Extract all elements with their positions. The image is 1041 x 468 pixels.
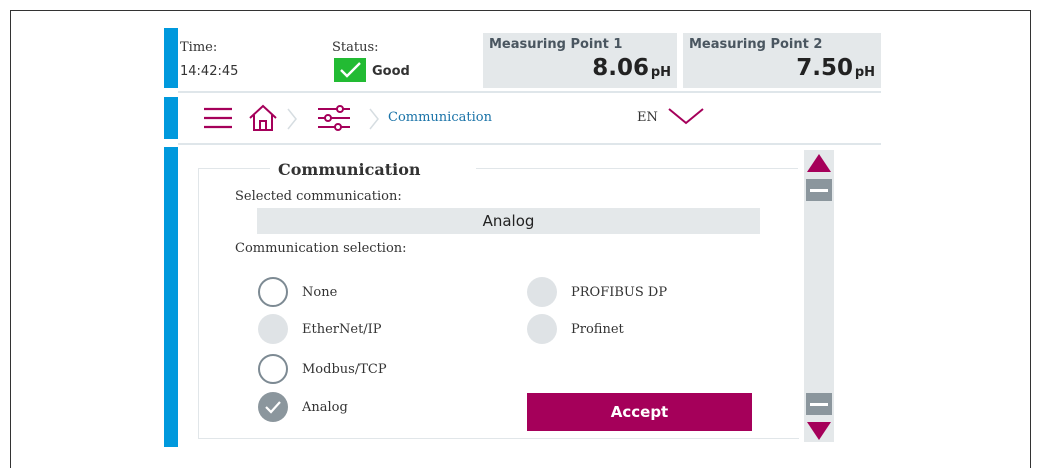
- option-profibus-dp: PROFIBUS DP: [527, 276, 747, 308]
- option-ethernet-ip: EtherNet/IP: [258, 313, 458, 345]
- frame-top: [10, 10, 1031, 11]
- navbar-accent-bar: [164, 97, 178, 139]
- checkmark-icon: [265, 401, 281, 414]
- radio-profibus-dp: [527, 277, 557, 307]
- measuring-point-2-tile[interactable]: Measuring Point 2 7.50 pH: [683, 33, 881, 88]
- option-analog-label: Analog: [302, 400, 348, 415]
- home-icon[interactable]: [248, 103, 278, 133]
- scroll-down-icon[interactable]: [806, 420, 832, 442]
- language-label: EN: [637, 110, 658, 125]
- breadcrumb-chevron-icon: [368, 107, 380, 131]
- radio-profinet: [527, 314, 557, 344]
- measuring-point-1-value: 8.06: [592, 55, 649, 81]
- radio-none[interactable]: [258, 277, 288, 307]
- selected-communication-label: Selected communication:: [235, 189, 402, 204]
- selected-communication-value: Analog: [482, 212, 535, 230]
- thumb-grip-line: [810, 403, 828, 406]
- status-label: Status:: [332, 40, 379, 55]
- header-separator: [178, 91, 881, 93]
- breadcrumb-chevron-icon: [286, 107, 298, 131]
- option-modbus-tcp-label: Modbus/TCP: [302, 362, 387, 377]
- status-value: Good: [372, 64, 410, 79]
- option-profibus-dp-label: PROFIBUS DP: [571, 285, 668, 300]
- time-label: Time:: [180, 40, 218, 55]
- accept-button-label: Accept: [610, 403, 669, 421]
- panel-top-border-right: [476, 168, 798, 169]
- measuring-point-1-title: Measuring Point 1: [489, 37, 623, 52]
- selected-communication-field: Analog: [257, 208, 760, 234]
- option-none-label: None: [302, 285, 338, 300]
- sliders-icon[interactable]: [316, 104, 352, 132]
- scroll-thumb-top[interactable]: [806, 179, 832, 201]
- measuring-point-2-value: 7.50: [796, 55, 853, 81]
- scrollbar[interactable]: [804, 150, 834, 442]
- frame-right: [1030, 10, 1031, 468]
- hamburger-icon[interactable]: [202, 104, 234, 132]
- scroll-thumb-bottom[interactable]: [806, 393, 832, 415]
- radio-analog[interactable]: [258, 392, 288, 422]
- navbar-separator: [178, 143, 881, 145]
- language-selector[interactable]: EN: [630, 100, 710, 134]
- status-check-icon: [334, 58, 366, 82]
- panel-title: Communication: [278, 160, 421, 179]
- panel-top-border-left: [198, 168, 270, 169]
- measuring-point-2-unit: pH: [854, 65, 875, 80]
- option-ethernet-ip-label: EtherNet/IP: [302, 322, 382, 337]
- measuring-point-1-unit: pH: [650, 65, 671, 80]
- measuring-point-2-title: Measuring Point 2: [689, 37, 823, 52]
- content-accent-bar: [164, 147, 178, 447]
- option-profinet: Profinet: [527, 313, 747, 345]
- thumb-grip-line: [810, 189, 828, 192]
- chevron-down-icon: [666, 104, 706, 128]
- option-profinet-label: Profinet: [571, 322, 624, 337]
- header-accent-bar: [164, 28, 178, 88]
- accept-button[interactable]: Accept: [527, 393, 752, 431]
- option-none[interactable]: None: [258, 276, 458, 308]
- communication-selection-label: Communication selection:: [235, 241, 407, 256]
- scroll-up-icon[interactable]: [806, 152, 832, 174]
- breadcrumb-communication[interactable]: Communication: [388, 110, 492, 125]
- option-analog[interactable]: Analog: [258, 391, 458, 423]
- radio-ethernet-ip: [258, 314, 288, 344]
- frame-left: [10, 10, 11, 468]
- time-value: 14:42:45: [180, 64, 239, 79]
- radio-modbus-tcp[interactable]: [258, 354, 288, 384]
- measuring-point-1-tile[interactable]: Measuring Point 1 8.06 pH: [483, 33, 677, 88]
- option-modbus-tcp[interactable]: Modbus/TCP: [258, 353, 458, 385]
